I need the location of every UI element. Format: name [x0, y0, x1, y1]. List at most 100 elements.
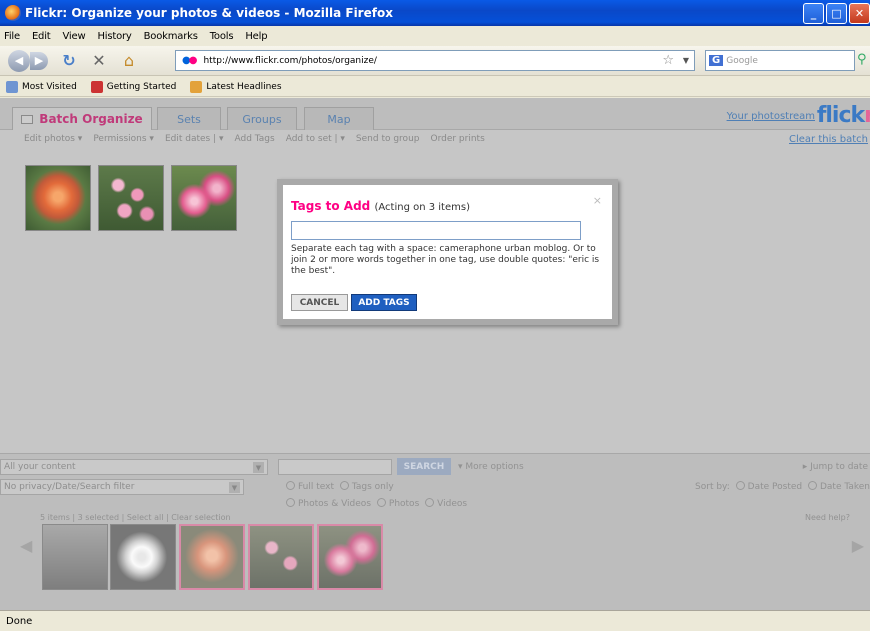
add-tags-link[interactable]: Add Tags	[234, 134, 274, 144]
tab-sets[interactable]: Sets	[157, 107, 221, 130]
radio-label: Date Taken	[819, 482, 870, 492]
photos-radio[interactable]	[376, 498, 386, 507]
flickr-logo[interactable]: flickr	[817, 103, 870, 128]
tab-groups[interactable]: Groups	[227, 107, 297, 130]
dialog-close-icon[interactable]: ×	[593, 194, 602, 207]
photostream-link[interactable]: Your photostream	[727, 111, 815, 122]
bookmark-star-icon[interactable]: ☆	[662, 53, 674, 68]
menu-edit[interactable]: Edit	[26, 31, 57, 42]
menu-view[interactable]: View	[57, 31, 92, 42]
maximize-icon[interactable]: □	[826, 3, 847, 24]
google-icon[interactable]: G	[709, 55, 724, 66]
home-icon[interactable]: ⌂	[120, 51, 138, 70]
add-tags-button[interactable]: ADD TAGS	[351, 294, 417, 311]
url-text[interactable]: http://www.flickr.com/photos/organize/	[203, 56, 376, 66]
reload-icon[interactable]: ↻	[60, 51, 78, 70]
tab-label: Map	[327, 112, 351, 126]
strip-photo[interactable]	[110, 524, 176, 590]
tags-input[interactable]	[291, 221, 581, 240]
bookmark-most-visited[interactable]: Most Visited	[6, 80, 77, 93]
add-to-set-menu[interactable]: Add to set | ▾	[286, 134, 345, 144]
jump-to-date-link[interactable]: ▸ Jump to date	[803, 462, 868, 472]
filter-search-input[interactable]	[278, 459, 392, 475]
back-button[interactable]: ◀	[8, 49, 30, 72]
bookmark-label: Most Visited	[22, 81, 77, 92]
batch-photo[interactable]	[98, 165, 164, 231]
send-to-group-link[interactable]: Send to group	[356, 134, 420, 144]
radio-label: Full text	[298, 482, 335, 492]
fulltext-radio[interactable]	[286, 481, 295, 490]
scroll-right-icon[interactable]: ▶	[852, 536, 864, 555]
search-bar[interactable]: G Google	[705, 50, 855, 71]
tab-batch-organize[interactable]: Batch Organize	[12, 107, 152, 130]
most-visited-icon	[6, 80, 18, 93]
strip-photo[interactable]	[42, 524, 108, 590]
selection-status: 5 items | 3 selected | Select all | Clea…	[40, 513, 231, 522]
date-taken-radio[interactable]	[807, 481, 817, 490]
search-scope-options: Full text Tags only	[283, 481, 394, 492]
chevron-down-icon: ▼	[253, 462, 264, 473]
photo-picker-panel: All your content ▼ No privacy/Date/Searc…	[0, 453, 870, 610]
tab-map[interactable]: Map	[304, 107, 374, 130]
order-prints-link[interactable]: Order prints	[430, 134, 484, 144]
search-placeholder[interactable]: Google	[726, 56, 758, 66]
menu-help[interactable]: Help	[239, 31, 273, 42]
getting-started-icon	[90, 80, 103, 93]
tab-label: Batch Organize	[39, 112, 143, 126]
permissions-menu[interactable]: Permissions ▾	[93, 134, 154, 144]
sort-label: Sort by:	[695, 482, 730, 492]
menu-bar: File Edit View History Bookmarks Tools H…	[0, 26, 870, 46]
strip-photo-selected[interactable]	[179, 524, 245, 590]
videos-radio[interactable]	[425, 498, 435, 507]
scroll-left-icon[interactable]: ◀	[20, 536, 32, 555]
tagsonly-radio[interactable]	[339, 481, 349, 490]
forward-button[interactable]: ▶	[30, 51, 48, 70]
menu-bookmarks[interactable]: Bookmarks	[138, 31, 204, 42]
edit-dates-menu[interactable]: Edit dates | ▾	[165, 134, 224, 144]
content-filter-select[interactable]: All your content ▼	[0, 459, 268, 475]
batch-photo[interactable]	[25, 165, 91, 231]
navigation-toolbar: ◀ ▶ ↻ ✕ ⌂ ●● http://www.flickr.com/photo…	[0, 46, 870, 76]
status-text: Done	[6, 615, 33, 627]
strip-photo-selected[interactable]	[248, 524, 314, 590]
organizr-tabs: Batch Organize Sets Groups Map Your phot…	[0, 98, 870, 130]
radio-label: Tags only	[351, 482, 394, 492]
stop-icon[interactable]: ✕	[90, 51, 108, 70]
search-icon[interactable]: ⚲	[857, 52, 867, 67]
minimize-icon[interactable]: _	[803, 3, 824, 24]
url-dropdown-icon[interactable]: ▼	[683, 56, 689, 65]
more-options-link[interactable]: ▾ More options	[458, 462, 524, 472]
menu-tools[interactable]: Tools	[204, 31, 240, 42]
url-bar[interactable]: ●● http://www.flickr.com/photos/organize…	[175, 50, 695, 71]
window-controls: _ □ ✕	[803, 3, 870, 24]
menu-history[interactable]: History	[91, 31, 137, 42]
cancel-button[interactable]: CANCEL	[291, 294, 348, 311]
menu-file[interactable]: File	[0, 31, 26, 42]
edit-photos-menu[interactable]: Edit photos ▾	[24, 134, 82, 144]
strip-photo-selected[interactable]	[317, 524, 383, 590]
folder-icon	[21, 114, 34, 124]
bookmark-getting-started[interactable]: Getting Started	[90, 80, 177, 93]
select-value: All your content	[4, 462, 76, 472]
batch-photo[interactable]	[171, 165, 237, 231]
photos-videos-radio[interactable]	[286, 498, 295, 507]
close-icon[interactable]: ✕	[849, 3, 870, 24]
sort-options: Sort by: Date Posted Date Taken	[695, 481, 870, 492]
search-button[interactable]: SEARCH	[397, 458, 451, 475]
logo-part: r	[864, 103, 870, 128]
date-posted-radio[interactable]	[735, 481, 745, 490]
privacy-filter-select[interactable]: No privacy/Date/Search filter ▼	[0, 479, 244, 495]
flickr-favicon-icon: ●●	[182, 55, 197, 66]
media-type-options: Photos & Videos Photos Videos	[283, 498, 467, 509]
bookmark-label: Latest Headlines	[206, 81, 282, 92]
firefox-logo-icon	[5, 5, 21, 21]
radio-label: Videos	[437, 499, 468, 509]
dialog-title-text: Tags to Add	[291, 199, 371, 213]
clear-batch-link[interactable]: Clear this batch	[789, 134, 868, 145]
dialog-title: Tags to Add (Acting on 3 items)	[291, 199, 470, 213]
need-help-link[interactable]: Need help?	[805, 513, 850, 522]
select-value: No privacy/Date/Search filter	[4, 482, 135, 492]
bookmark-latest-headlines[interactable]: Latest Headlines	[190, 80, 282, 93]
batch-toolbar: Edit photos ▾ Permissions ▾ Edit dates |…	[0, 130, 870, 148]
bookmark-label: Getting Started	[106, 81, 177, 92]
